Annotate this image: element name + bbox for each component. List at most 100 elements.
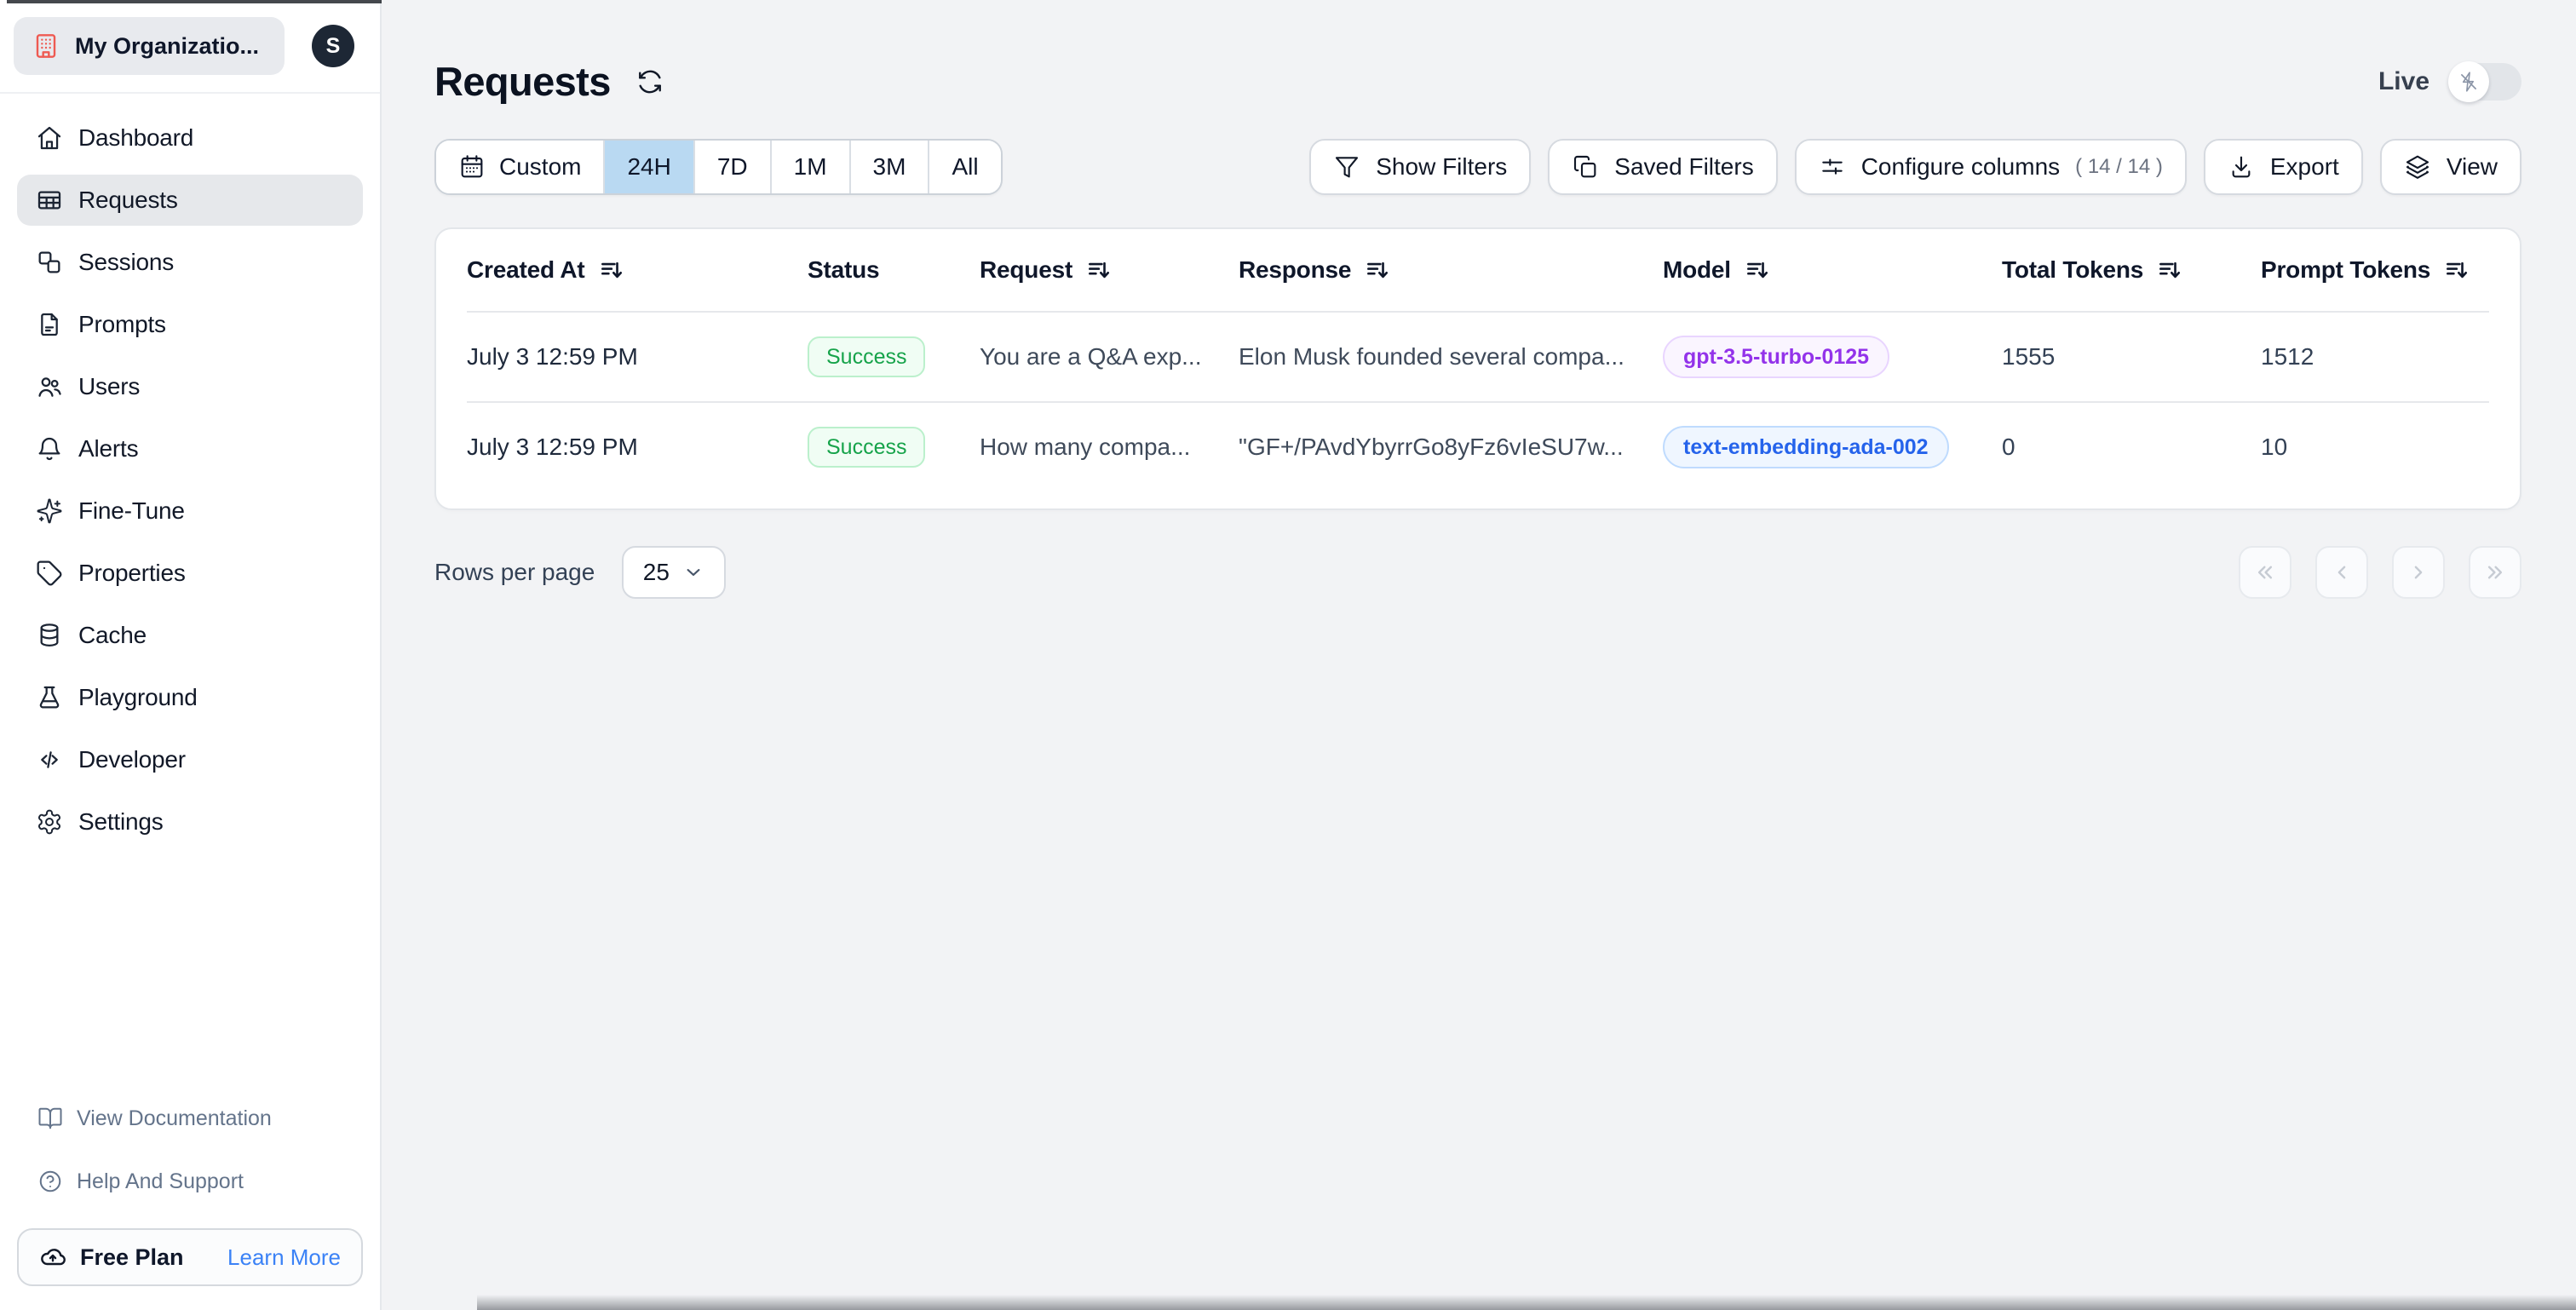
cell-request: You are a Q&A exp... bbox=[980, 343, 1202, 370]
title-row: Requests Live bbox=[434, 58, 2521, 105]
pagination-row: Rows per page 25 bbox=[434, 546, 2521, 599]
range-1m[interactable]: 1M bbox=[771, 141, 851, 193]
last-page-button[interactable] bbox=[2469, 546, 2521, 599]
sort-arrow-icon bbox=[1365, 258, 1389, 282]
code-icon bbox=[36, 746, 63, 773]
org-name: My Organizatio... bbox=[75, 32, 260, 59]
export-button[interactable]: Export bbox=[2203, 139, 2363, 195]
sidebar-item-properties[interactable]: Properties bbox=[17, 548, 363, 599]
model-badge: gpt-3.5-turbo-0125 bbox=[1663, 336, 1890, 378]
column-header-request[interactable]: Request bbox=[980, 256, 1239, 284]
column-header-model[interactable]: Model bbox=[1663, 256, 2002, 284]
configure-columns-count: ( 14 / 14 ) bbox=[2075, 155, 2163, 178]
column-header-response[interactable]: Response bbox=[1239, 256, 1663, 284]
cell-total-tokens: 1555 bbox=[2002, 343, 2056, 370]
cell-total-tokens: 0 bbox=[2002, 434, 2015, 460]
live-toggle[interactable] bbox=[2448, 60, 2521, 102]
table-row[interactable]: July 3 12:59 PM Success How many compa..… bbox=[467, 401, 2489, 491]
rows-per-page-select[interactable]: 25 bbox=[622, 546, 727, 599]
range-all[interactable]: All bbox=[929, 141, 1001, 193]
column-header-status[interactable]: Status bbox=[808, 256, 980, 284]
database-icon bbox=[36, 622, 63, 649]
column-header-prompt-tokens[interactable]: Prompt Tokens bbox=[2261, 256, 2489, 284]
range-7d[interactable]: 7D bbox=[694, 141, 772, 193]
sidebar: My Organizatio... S Dashboard Requests S… bbox=[0, 0, 382, 1310]
cell-prompt-tokens: 10 bbox=[2261, 434, 2288, 460]
sidebar-footer: View Documentation Help And Support Free… bbox=[0, 1078, 380, 1310]
live-label: Live bbox=[2378, 66, 2429, 95]
book-open-icon bbox=[37, 1106, 63, 1131]
range-3m[interactable]: 3M bbox=[850, 141, 930, 193]
live-toggle-group: Live bbox=[2378, 60, 2521, 102]
plan-card[interactable]: Free Plan Learn More bbox=[17, 1228, 363, 1286]
range-custom[interactable]: Custom bbox=[436, 141, 606, 193]
previous-page-button[interactable] bbox=[2315, 546, 2368, 599]
building-icon bbox=[32, 32, 60, 60]
first-page-button[interactable] bbox=[2239, 546, 2291, 599]
sliders-icon bbox=[1819, 153, 1846, 181]
home-icon bbox=[36, 124, 63, 152]
sidebar-item-requests[interactable]: Requests bbox=[17, 175, 363, 226]
column-header-created-at[interactable]: Created At bbox=[467, 256, 808, 284]
time-range-group: Custom 24H 7D 1M 3M All bbox=[434, 139, 1003, 195]
sort-arrow-icon bbox=[2157, 258, 2181, 282]
sidebar-item-cache[interactable]: Cache bbox=[17, 610, 363, 661]
pager bbox=[2239, 546, 2521, 599]
rows-per-page-label: Rows per page bbox=[434, 559, 595, 585]
range-24h[interactable]: 24H bbox=[605, 141, 695, 193]
copy-icon bbox=[1572, 153, 1599, 181]
sidebar-item-users[interactable]: Users bbox=[17, 361, 363, 412]
chevron-down-icon bbox=[681, 560, 705, 584]
flask-icon bbox=[36, 684, 63, 711]
toolbar: Show Filters Saved Filters Configure col… bbox=[1309, 139, 2521, 195]
sidebar-item-playground[interactable]: Playground bbox=[17, 672, 363, 723]
next-page-button[interactable] bbox=[2392, 546, 2445, 599]
view-documentation-link[interactable]: View Documentation bbox=[17, 1095, 363, 1141]
show-filters-button[interactable]: Show Filters bbox=[1309, 139, 1532, 195]
layers-icon bbox=[2404, 153, 2431, 181]
chevrons-left-icon bbox=[2252, 560, 2278, 585]
learn-more-link[interactable]: Learn More bbox=[227, 1244, 341, 1271]
saved-filters-button[interactable]: Saved Filters bbox=[1548, 139, 1778, 195]
table-row[interactable]: July 3 12:59 PM Success You are a Q&A ex… bbox=[467, 311, 2489, 401]
column-header-total-tokens[interactable]: Total Tokens bbox=[2002, 256, 2261, 284]
cloud-upload-icon bbox=[39, 1244, 66, 1271]
cell-created-at: July 3 12:59 PM bbox=[467, 434, 638, 460]
view-button[interactable]: View bbox=[2379, 139, 2521, 195]
zap-off-icon bbox=[2448, 60, 2489, 102]
download-icon bbox=[2228, 153, 2255, 181]
sidebar-item-alerts[interactable]: Alerts bbox=[17, 423, 363, 474]
sidebar-header: My Organizatio... S bbox=[0, 0, 380, 94]
sidebar-item-fine-tune[interactable]: Fine-Tune bbox=[17, 486, 363, 537]
chevrons-right-icon bbox=[2482, 560, 2508, 585]
table-header-row: Created At Status Request Response Model bbox=[467, 229, 2489, 311]
cell-created-at: July 3 12:59 PM bbox=[467, 343, 638, 370]
org-switcher[interactable]: My Organizatio... bbox=[14, 17, 285, 75]
rows-per-page-group: Rows per page 25 bbox=[434, 546, 727, 599]
avatar[interactable]: S bbox=[312, 25, 354, 67]
cell-response: Elon Musk founded several compa... bbox=[1239, 343, 1624, 370]
sidebar-item-sessions[interactable]: Sessions bbox=[17, 237, 363, 288]
refresh-icon bbox=[636, 68, 667, 95]
sessions-squares-icon bbox=[36, 249, 63, 276]
sidebar-item-prompts[interactable]: Prompts bbox=[17, 299, 363, 350]
page-title: Requests bbox=[434, 59, 611, 104]
app-window: My Organizatio... S Dashboard Requests S… bbox=[0, 0, 2576, 1310]
sidebar-item-developer[interactable]: Developer bbox=[17, 734, 363, 785]
sparkles-icon bbox=[36, 497, 63, 525]
calendar-icon bbox=[458, 153, 486, 181]
sidebar-item-settings[interactable]: Settings bbox=[17, 796, 363, 847]
window-edge-artifact bbox=[7, 0, 382, 3]
requests-table: Created At Status Request Response Model bbox=[434, 227, 2521, 510]
sort-arrow-icon bbox=[2444, 258, 2468, 282]
document-icon bbox=[36, 311, 63, 338]
sort-arrow-icon bbox=[599, 258, 623, 282]
sort-arrow-icon bbox=[1086, 258, 1110, 282]
bell-icon bbox=[36, 435, 63, 463]
funnel-icon bbox=[1333, 153, 1360, 181]
main-content: Requests Live Custom 24H 7D 1M 3M All Sh… bbox=[382, 0, 2576, 1310]
configure-columns-button[interactable]: Configure columns ( 14 / 14 ) bbox=[1794, 139, 2187, 195]
help-and-support-link[interactable]: Help And Support bbox=[17, 1158, 363, 1204]
refresh-button[interactable] bbox=[636, 66, 667, 97]
sidebar-item-dashboard[interactable]: Dashboard bbox=[17, 112, 363, 164]
